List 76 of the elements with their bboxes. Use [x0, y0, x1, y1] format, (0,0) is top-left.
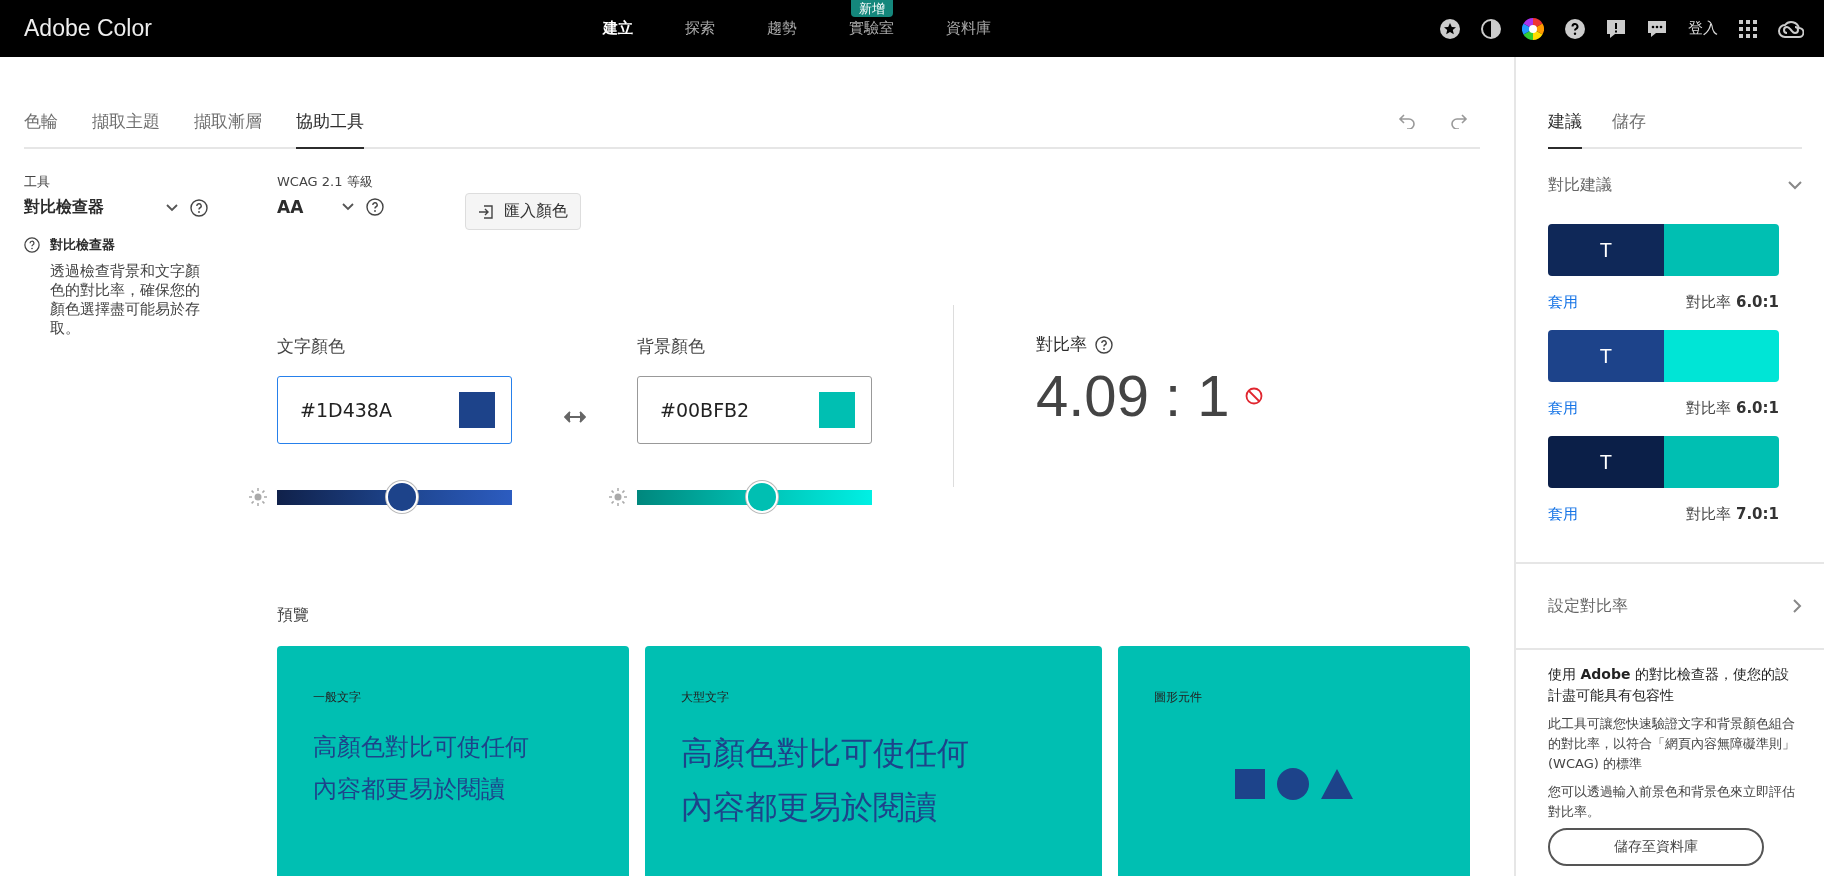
nav-link[interactable]: 資料庫 [946, 19, 991, 38]
help-icon[interactable] [366, 198, 384, 216]
tool-dropdown[interactable]: 對比檢查器 [24, 197, 178, 218]
letter-sample: T [1599, 238, 1612, 262]
help-icon [24, 237, 40, 253]
info-paragraph: 您可以透過輸入前景色和背景色來立即評估對比率。 [1548, 783, 1796, 821]
chat-icon[interactable] [1647, 18, 1667, 39]
help-description: 透過檢查背景和文字顏色的對比率，確保您的顏色選擇盡可能易於存取。 [50, 262, 201, 338]
apply-link[interactable]: 套用 [1548, 399, 1578, 418]
help-title: 對比檢查器 [50, 236, 115, 254]
contrast-ratio: 對比率 7.0:1 [1686, 505, 1779, 524]
help-icon[interactable] [1565, 18, 1585, 39]
cloud-logo-icon[interactable] [1778, 18, 1804, 39]
brightness-icon [609, 488, 627, 506]
nav-link[interactable]: 探索 [685, 19, 715, 38]
chevron-down-icon [166, 203, 178, 212]
nav-link[interactable]: 實驗室 [849, 19, 894, 38]
letter-sample: T [1599, 344, 1612, 368]
info-heading: 使用 Adobe 的對比檢查器，使您的設計盡可能具有包容性 [1548, 665, 1790, 705]
card-label: 圖形元件 [1154, 690, 1202, 704]
swap-icon[interactable] [563, 411, 586, 423]
preview-label: 預覽 [277, 605, 310, 626]
card-label: 大型文字 [681, 690, 729, 704]
tab[interactable]: 建議 [1548, 110, 1582, 149]
chevron-right-icon [1793, 599, 1802, 613]
help-icon[interactable] [190, 198, 208, 217]
contrast-ratio: 對比率 6.0:1 [1686, 293, 1779, 312]
wcag-level-dropdown[interactable]: AA [277, 197, 354, 217]
apps-grid-icon[interactable] [1739, 19, 1757, 38]
chevron-down-icon [342, 203, 354, 211]
sample-text: 高顏色對比可使任何內容都更易於閱讀 [313, 732, 530, 805]
triangle-icon [1321, 769, 1353, 799]
hex-input-field[interactable]: #00BFB2 [637, 376, 872, 444]
sample-text: 高顏色對比可使任何內容都更易於閱讀 [681, 733, 970, 828]
contrast-ratio-value: 4.09 : 1 [1036, 362, 1230, 429]
color-label: 文字顏色 [277, 335, 346, 358]
brightness-icon [249, 488, 267, 506]
square-icon [1235, 769, 1265, 799]
nav-link[interactable]: 建立 [603, 19, 633, 38]
slider-thumb[interactable] [745, 481, 778, 513]
slider-thumb[interactable] [385, 481, 418, 513]
tab[interactable]: 儲存 [1612, 110, 1646, 149]
save-to-library-button[interactable]: 儲存至資料庫 [1548, 828, 1764, 866]
suggestions-accordion[interactable]: 對比建議 [1548, 149, 1802, 196]
import-colors-button[interactable]: 匯入顏色 [465, 193, 581, 230]
undo-icon[interactable] [1398, 113, 1416, 129]
tool-label: 工具 [24, 173, 50, 191]
circle-icon [1277, 768, 1309, 800]
tab[interactable]: 色輪 [24, 110, 58, 149]
hex-input-field[interactable]: #1D438A [277, 376, 512, 444]
apply-link[interactable]: 套用 [1548, 293, 1578, 312]
wcag-level-label: WCAG 2.1 等級 [277, 173, 374, 191]
app-logo[interactable]: Adobe Color [24, 15, 152, 42]
contrast-ratio-label: 對比率 [1036, 333, 1087, 356]
redo-icon[interactable] [1450, 113, 1468, 129]
chevron-down-icon [1788, 181, 1802, 190]
nav-link[interactable]: 趨勢 [767, 19, 797, 38]
color-label: 背景顏色 [637, 335, 706, 358]
color-swatch[interactable] [819, 392, 855, 428]
letter-sample: T [1599, 450, 1612, 474]
apply-link[interactable]: 套用 [1548, 505, 1578, 524]
new-badge: 新增 [850, 0, 893, 17]
tab[interactable]: 協助工具 [296, 110, 364, 149]
import-icon [478, 203, 494, 220]
help-icon[interactable] [1095, 335, 1113, 354]
feedback-icon[interactable] [1606, 18, 1626, 39]
color-wheel-icon[interactable] [1522, 17, 1544, 40]
card-label: 一般文字 [313, 690, 361, 704]
contrast-ratio: 對比率 6.0:1 [1686, 399, 1779, 418]
color-swatch[interactable] [459, 392, 495, 428]
tab[interactable]: 擷取主題 [92, 110, 160, 149]
info-paragraph: 此工具可讓您快速驗證文字和背景顏色組合的對比率，以符合「網頁內容無障礙準則」(WCAG) 的標準 [1548, 715, 1796, 773]
contrast-icon[interactable] [1481, 18, 1501, 39]
sign-in-link[interactable]: 登入 [1688, 19, 1718, 38]
set-ratio-row[interactable]: 設定對比率 [1516, 562, 1824, 650]
tab[interactable]: 擷取漸層 [194, 110, 262, 149]
